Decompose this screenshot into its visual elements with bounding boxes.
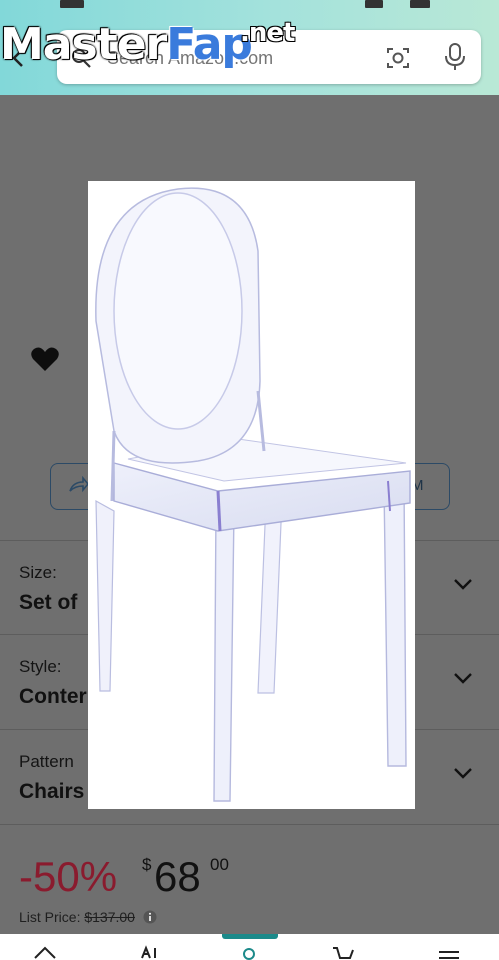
- chevron-down-icon: [454, 579, 472, 590]
- price-whole: 68: [154, 853, 201, 900]
- option-label: Style:: [19, 657, 62, 676]
- chevron-down-icon: [454, 768, 472, 779]
- discount-percent: -50%: [19, 853, 118, 900]
- watermark-text: Master: [0, 19, 167, 70]
- status-bar-indicator: [365, 0, 383, 8]
- mic-icon[interactable]: [442, 42, 468, 72]
- option-value: Chairs: [19, 780, 85, 803]
- share-icon: [69, 476, 89, 493]
- cart-icon[interactable]: [330, 944, 356, 960]
- option-label: Pattern: [19, 752, 74, 771]
- product-image-overlay[interactable]: [88, 181, 415, 809]
- price-fraction: 00: [210, 855, 229, 874]
- chevron-down-icon: [454, 673, 472, 684]
- price-section: -50% $ 68 00 List Price: $137.00: [0, 824, 499, 935]
- watermark-logo: MasterFap .net: [0, 10, 320, 80]
- menu-icon[interactable]: [436, 944, 462, 960]
- status-bar-indicator: [60, 0, 84, 8]
- watermark-text: .net: [240, 18, 295, 48]
- price-symbol: $: [142, 855, 152, 874]
- list-price: List Price: $137.00: [19, 909, 157, 925]
- camera-icon[interactable]: [385, 45, 411, 71]
- bottom-nav: [0, 934, 499, 960]
- list-price-label: List Price:: [19, 909, 81, 925]
- chair-image: [95, 187, 411, 802]
- option-value: Set of: [19, 591, 78, 614]
- option-value: Conter: [19, 685, 87, 708]
- info-icon[interactable]: [143, 910, 157, 924]
- home-icon[interactable]: [32, 944, 58, 960]
- ai-icon[interactable]: [136, 944, 162, 960]
- profile-icon[interactable]: [236, 944, 262, 960]
- list-price-value: $137.00: [84, 909, 135, 925]
- heart-icon[interactable]: [30, 345, 60, 373]
- status-bar-indicator: [410, 0, 430, 8]
- option-label: Size:: [19, 563, 57, 582]
- nav-active-indicator: [222, 934, 278, 939]
